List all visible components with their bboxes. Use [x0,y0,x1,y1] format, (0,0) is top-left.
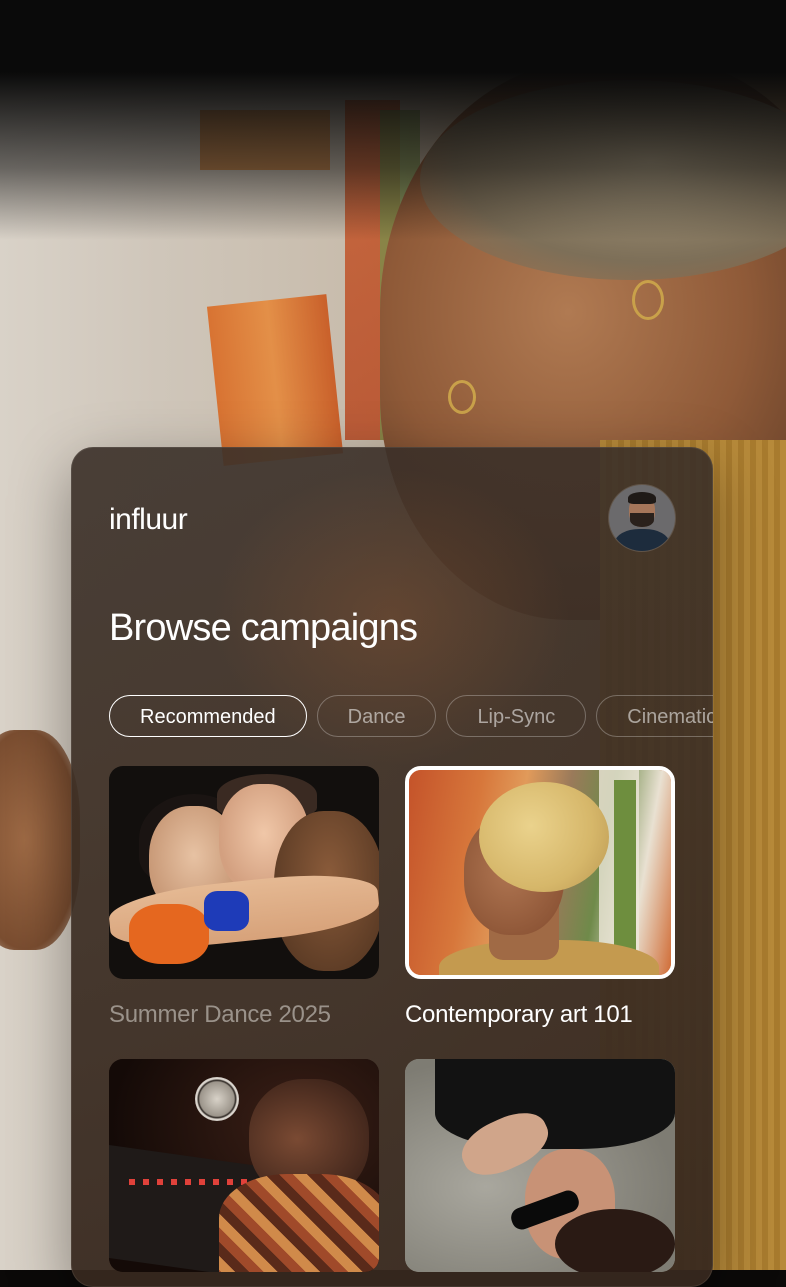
campaign-card-image-studio[interactable] [109,1059,379,1272]
campaign-card-image-portrait[interactable] [405,1059,675,1272]
app-logo[interactable]: influur [109,503,188,537]
campaign-card-image-contemporary-art[interactable] [405,766,675,979]
page-title: Browse campaigns [109,607,418,649]
filter-chips: Recommended Dance Lip-Sync Cinematic [109,695,713,741]
filter-chip-recommended[interactable]: Recommended [109,695,307,737]
campaign-browser-card: influur Browse campaigns Recommended Danc… [71,447,713,1287]
user-avatar[interactable] [609,485,675,551]
filter-chip-cinematic[interactable]: Cinematic [596,695,713,737]
filter-chip-lip-sync[interactable]: Lip-Sync [446,695,587,737]
campaign-card-image-summer-dance[interactable] [109,766,379,979]
filter-chip-dance[interactable]: Dance [316,695,437,737]
campaign-title-summer-dance[interactable]: Summer Dance 2025 [109,1001,331,1029]
campaign-title-contemporary-art[interactable]: Contemporary art 101 [405,1001,633,1029]
